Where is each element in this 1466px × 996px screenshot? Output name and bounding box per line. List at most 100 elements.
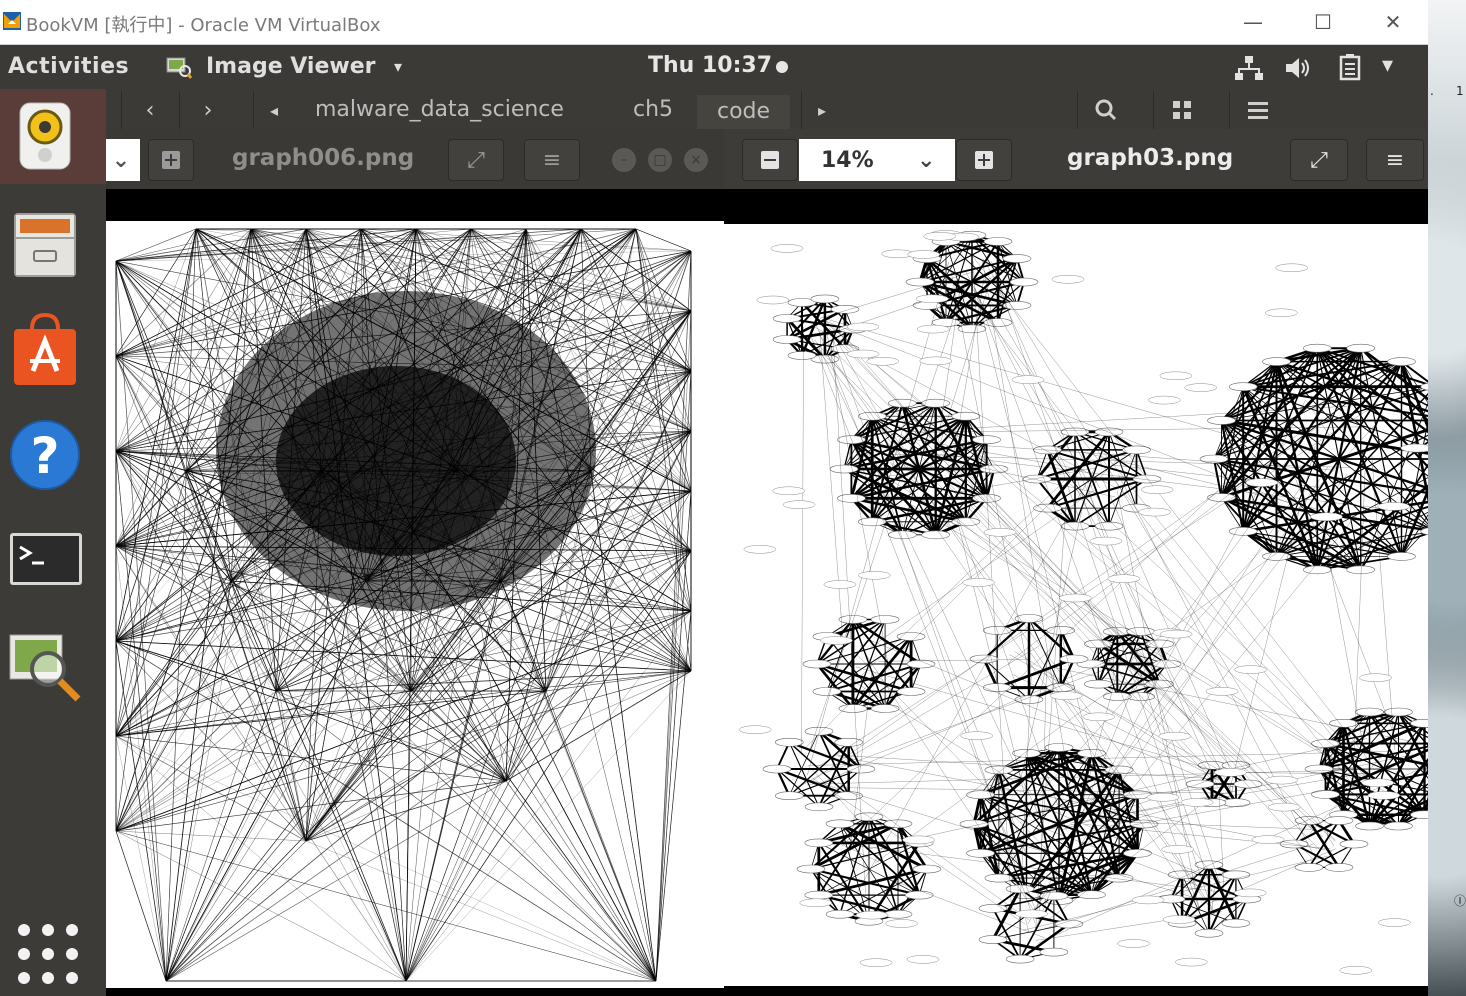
files-forward-button[interactable]: ›: [179, 91, 236, 129]
graph-node: [1262, 552, 1291, 561]
graph-node: [1089, 536, 1123, 546]
help-icon[interactable]: ?: [6, 415, 84, 497]
graph-node: [858, 571, 891, 580]
graph-node: [959, 819, 989, 829]
viewer-right-zoom-field[interactable]: 14% ⌄: [799, 139, 955, 181]
graph-node: [1044, 743, 1074, 752]
graph-node: [825, 819, 855, 829]
files-back-button[interactable]: ‹: [121, 91, 178, 129]
graph-node: [906, 955, 940, 964]
graph-node: [1310, 512, 1343, 522]
files-grid-view-icon[interactable]: [1153, 91, 1210, 129]
graph-node: [1384, 707, 1413, 717]
graph-node: [978, 904, 1008, 913]
graph-node: [756, 295, 790, 305]
ubuntu-dock: ?: [0, 89, 106, 996]
graph-node: [1245, 478, 1279, 487]
image-viewer-window-left: ⌄ graph006.png ⤢ ≡ – □ ×: [106, 129, 724, 996]
network-icon[interactable]: [1234, 55, 1264, 81]
graph-node: [1265, 775, 1298, 785]
graph-node: [983, 318, 1013, 327]
graph-node: [846, 322, 880, 332]
graph-node: [810, 294, 840, 304]
graph-node: [1384, 821, 1413, 831]
breadcrumb-scroll-left-button[interactable]: ◂: [253, 91, 294, 129]
graph-node: [888, 530, 917, 540]
host-maximize-button[interactable]: ☐: [1288, 0, 1358, 44]
zoom-dropdown-chevron-icon[interactable]: ⌄: [917, 148, 935, 173]
graph-node: [1387, 552, 1416, 561]
graph-node: [870, 615, 900, 624]
files-search-icon[interactable]: [1077, 91, 1134, 129]
viewer-right-fullscreen-button[interactable]: ⤢: [1290, 139, 1348, 181]
volume-icon[interactable]: [1284, 55, 1314, 81]
desktop-fragment: Ⓘ: [1454, 894, 1466, 908]
viewer-left-maximize-button[interactable]: □: [648, 148, 672, 172]
graph-node: [1146, 793, 1180, 802]
desktop-fragment: 1: [1456, 84, 1464, 98]
viewer-left-zoom-dropdown[interactable]: ⌄: [106, 139, 140, 181]
graph-node: [1233, 888, 1267, 898]
image-viewer-icon[interactable]: [6, 625, 84, 707]
breadcrumb-item[interactable]: ch5: [633, 97, 673, 122]
graph-node: [1302, 565, 1332, 575]
viewer-left-title: graph006.png: [232, 145, 415, 171]
viewer-right-canvas[interactable]: [724, 189, 1428, 996]
graph-node: [1094, 521, 1124, 531]
breadcrumb-item[interactable]: malware_data_science: [315, 97, 564, 122]
graph-node: [775, 791, 804, 801]
graph-node: [896, 632, 926, 641]
breadcrumb-item-current[interactable]: code: [697, 95, 791, 129]
battery-icon[interactable]: [1338, 53, 1362, 81]
graph-node: [1039, 891, 1069, 901]
breadcrumb-scroll-right-button[interactable]: ▸: [801, 91, 842, 129]
viewer-left-headerbar: ⌄ graph006.png ⤢ ≡ – □ ×: [106, 129, 724, 189]
graph006-image: [106, 221, 724, 988]
graph-node: [1082, 712, 1116, 722]
graph-node: [1005, 954, 1035, 964]
graph-node: [896, 687, 926, 696]
graph-node: [1162, 915, 1196, 924]
clock[interactable]: Thu 10:37: [648, 53, 772, 78]
graph-node: [1378, 918, 1411, 927]
software-center-icon[interactable]: [6, 311, 84, 393]
graph03-image: [724, 224, 1428, 986]
viewer-left-fullscreen-button[interactable]: ⤢: [448, 139, 504, 181]
viewer-right-zoom-value[interactable]: 14%: [821, 148, 917, 173]
graph-node: [1184, 383, 1217, 392]
graph-node: [1275, 263, 1308, 273]
host-close-button[interactable]: ✕: [1358, 0, 1428, 44]
graph-node: [830, 305, 860, 314]
app-menu-button[interactable]: Image Viewer: [206, 54, 375, 79]
graph-node: [907, 250, 941, 259]
viewer-left-menu-button[interactable]: ≡: [524, 139, 580, 181]
host-minimize-button[interactable]: —: [1218, 0, 1288, 44]
graph-node: [905, 277, 935, 287]
graph-node: [1107, 574, 1141, 583]
graph-node: [888, 398, 917, 408]
graph-node: [770, 244, 804, 253]
graph-dense-core-inner: [276, 366, 516, 556]
system-menu-caret-icon[interactable]: ▾: [1382, 53, 1393, 78]
show-applications-icon[interactable]: [18, 924, 78, 984]
graph-node: [1002, 254, 1032, 263]
virtualbox-logo-icon: [3, 12, 21, 30]
terminal-icon[interactable]: [6, 519, 84, 601]
files-icon[interactable]: [6, 205, 84, 287]
graph-node: [1009, 277, 1039, 287]
app-menu-caret-icon[interactable]: ▾: [394, 57, 402, 76]
rhythmbox-icon[interactable]: [6, 97, 84, 179]
viewer-left-zoom-in-button[interactable]: [148, 139, 194, 181]
viewer-left-close-button[interactable]: ×: [684, 148, 708, 172]
activities-button[interactable]: Activities: [8, 54, 129, 79]
viewer-left-canvas[interactable]: [106, 189, 724, 996]
files-menu-icon[interactable]: [1229, 91, 1286, 129]
viewer-right-menu-button[interactable]: ≡: [1366, 139, 1424, 181]
graph-node: [1046, 683, 1076, 692]
viewer-right-zoom-out-button[interactable]: [742, 139, 798, 181]
graph-node: [1355, 707, 1384, 717]
viewer-right-zoom-in-button[interactable]: [956, 139, 1012, 181]
viewer-left-minimize-button[interactable]: –: [612, 148, 636, 172]
graph-node: [1265, 308, 1298, 318]
graph-node: [1400, 443, 1428, 453]
